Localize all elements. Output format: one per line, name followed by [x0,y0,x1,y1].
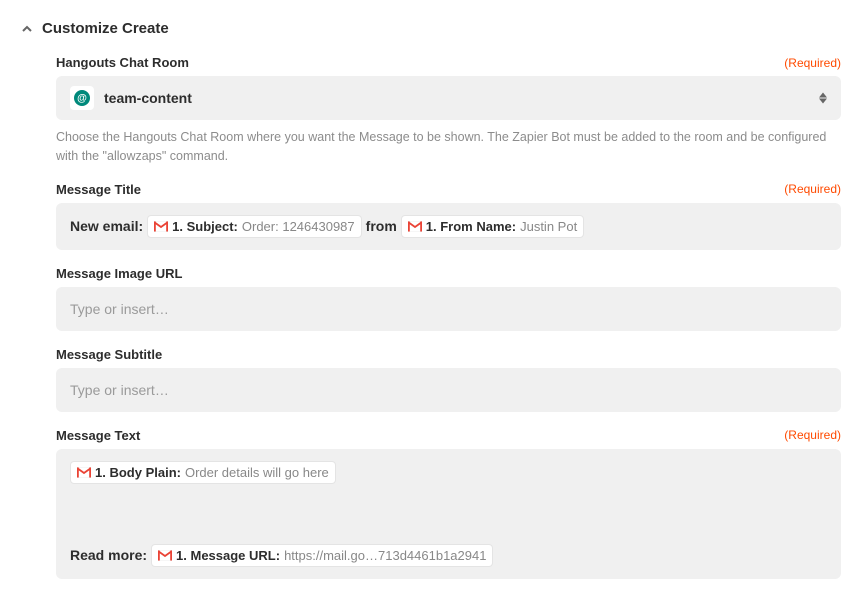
gmail-icon [154,221,168,232]
select-arrows-icon [819,93,827,104]
title-middle-text: from [366,218,397,234]
required-badge: (Required) [784,182,841,196]
pill-value: Justin Pot [520,219,577,234]
section-header: Customize Create [20,20,841,37]
placeholder-text: Type or insert… [70,301,169,317]
pill-label: 1. From Name: [426,219,516,234]
hangouts-icon: @ [70,86,94,110]
required-badge: (Required) [784,428,841,442]
text-cursor [70,492,71,510]
chat-room-label: Hangouts Chat Room [56,55,189,70]
pill-label: 1. Body Plain: [95,465,181,480]
chat-room-value: team-content [104,90,192,106]
gmail-icon [408,221,422,232]
message-subtitle-input[interactable]: Type or insert… [56,368,841,412]
body-plain-pill[interactable]: 1. Body Plain: Order details will go her… [70,461,336,484]
field-message-image-url: Message Image URL Type or insert… [56,266,841,331]
required-badge: (Required) [784,56,841,70]
gmail-icon [158,550,172,561]
field-message-subtitle: Message Subtitle Type or insert… [56,347,841,412]
pill-value: https://mail.go…713d4461b1a2941 [284,548,486,563]
field-message-text: Message Text (Required) 1. Body Plain: O… [56,428,841,579]
message-text-label: Message Text [56,428,140,443]
title-prefix-text: New email: [70,218,143,234]
message-title-label: Message Title [56,182,141,197]
message-url-pill[interactable]: 1. Message URL: https://mail.go…713d4461… [151,544,493,567]
pill-label: 1. Subject: [172,219,238,234]
pill-value: Order: 1246430987 [242,219,355,234]
chat-room-help: Choose the Hangouts Chat Room where you … [56,128,841,166]
message-subtitle-label: Message Subtitle [56,347,162,362]
read-more-text: Read more: [70,547,147,563]
message-title-input[interactable]: New email: 1. Subject: Order: 1246430987… [56,203,841,250]
from-name-pill[interactable]: 1. From Name: Justin Pot [401,215,584,238]
message-image-url-label: Message Image URL [56,266,182,281]
field-chat-room: Hangouts Chat Room (Required) @ team-con… [56,55,841,166]
pill-value: Order details will go here [185,465,329,480]
subject-pill[interactable]: 1. Subject: Order: 1246430987 [147,215,362,238]
collapse-icon[interactable] [20,22,34,36]
message-image-url-input[interactable]: Type or insert… [56,287,841,331]
pill-label: 1. Message URL: [176,548,280,563]
field-message-title: Message Title (Required) New email: 1. S… [56,182,841,250]
gmail-icon [77,467,91,478]
message-text-input[interactable]: 1. Body Plain: Order details will go her… [56,449,841,579]
placeholder-text: Type or insert… [70,382,169,398]
section-title: Customize Create [42,20,169,37]
chat-room-select[interactable]: @ team-content [56,76,841,120]
